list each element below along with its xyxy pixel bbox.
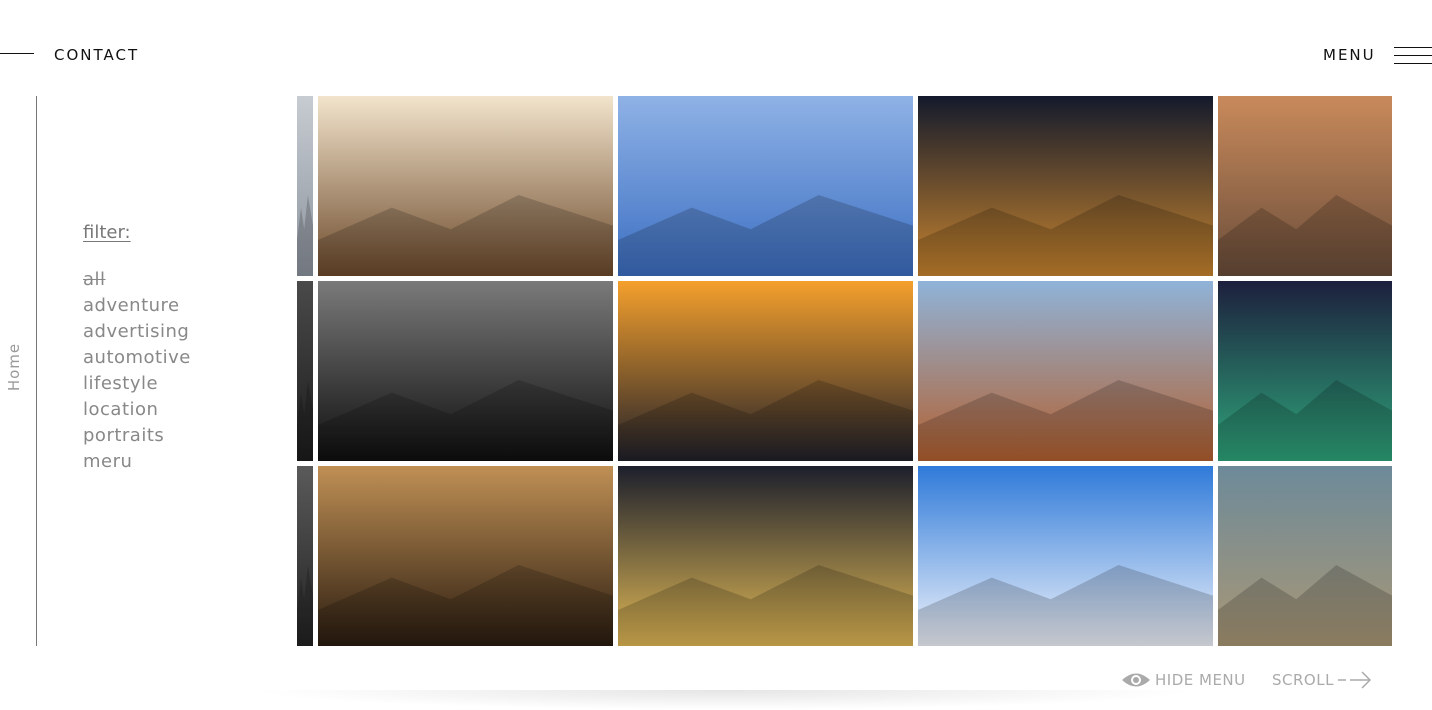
filter-item-all[interactable]: all: [83, 267, 191, 293]
hide-menu-label: HIDE MENU: [1155, 671, 1246, 689]
eye-icon: [1122, 673, 1150, 687]
filter-title: filter:: [83, 222, 131, 243]
photo-tile-climbers-summit[interactable]: [918, 466, 1213, 646]
photo-tile-mountain-sunset[interactable]: [618, 281, 913, 461]
contact-link[interactable]: CONTACT: [54, 46, 139, 64]
photo-tile-city-aerial-night[interactable]: [618, 466, 913, 646]
photo-tile-woman-lake-jeep[interactable]: [1218, 466, 1392, 646]
filter-item-automotive[interactable]: automotive: [83, 345, 191, 371]
hamburger-menu-icon[interactable]: [1394, 46, 1432, 64]
photo-tile-aurora-night[interactable]: [1218, 281, 1392, 461]
scroll-button[interactable]: SCROLL: [1272, 670, 1372, 690]
arrow-right-icon: [1337, 671, 1372, 689]
hide-menu-button[interactable]: HIDE MENU: [1121, 670, 1246, 690]
scroll-label: SCROLL: [1272, 671, 1334, 689]
menu-label[interactable]: MENU: [1323, 46, 1376, 64]
photo-tile-two-women-portrait[interactable]: [318, 96, 613, 276]
contact-dash: [0, 53, 34, 54]
photo-tile-bw-partial[interactable]: [297, 466, 313, 646]
filter-item-meru[interactable]: meru: [83, 449, 191, 475]
photo-tile-bw-partial[interactable]: [297, 281, 313, 461]
filter-item-lifestyle[interactable]: lifestyle: [83, 371, 191, 397]
sidebar-divider: [36, 96, 37, 646]
photo-tile-treehouse-night[interactable]: [918, 96, 1213, 276]
filter-item-adventure[interactable]: adventure: [83, 293, 191, 319]
filter-list: all adventure advertising automotive lif…: [83, 267, 191, 475]
photo-tile-desert-sunset-silhouette[interactable]: [318, 466, 613, 646]
photo-tile-cliff-diver[interactable]: [918, 281, 1213, 461]
photo-tile-man-on-jeep-mountains[interactable]: [1218, 96, 1392, 276]
footer-shadow: [250, 690, 1200, 710]
photo-tile-jet-in-hangar[interactable]: [318, 281, 613, 461]
filter-item-advertising[interactable]: advertising: [83, 319, 191, 345]
home-link[interactable]: Home: [5, 341, 23, 393]
filter-item-location[interactable]: location: [83, 397, 191, 423]
photo-tile-snowy-mountain-partial[interactable]: [297, 96, 313, 276]
filter-item-portraits[interactable]: portraits: [83, 423, 191, 449]
photo-tile-woman-ice-cave[interactable]: [618, 96, 913, 276]
